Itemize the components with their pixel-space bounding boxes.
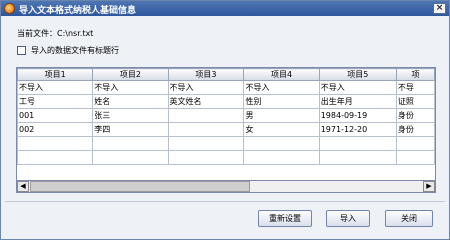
table-cell[interactable]: 不导入 xyxy=(17,80,94,95)
table-cell[interactable] xyxy=(92,136,169,151)
table-cell[interactable] xyxy=(243,150,320,165)
table-cell[interactable]: 身份 xyxy=(395,108,435,123)
import-dialog: 导入文本格式纳税人基础信息 × 当前文件：C:\nsr.txt 导入的数据文件有… xyxy=(0,0,450,240)
table-cell[interactable]: 身份 xyxy=(395,122,435,137)
table-cell[interactable]: 不导入 xyxy=(318,80,397,95)
column-header[interactable]: 项 xyxy=(395,68,435,81)
scroll-thumb[interactable] xyxy=(30,181,250,192)
table-cell[interactable] xyxy=(17,136,94,151)
data-table: 项目1 项目2 项目3 项目4 项目5 项 不导入 不导入 不导入 不导入 不导… xyxy=(17,68,435,165)
column-header[interactable]: 项目5 xyxy=(318,68,397,81)
table-cell[interactable] xyxy=(318,136,397,151)
header-row-label: 导入的数据文件有标题行 xyxy=(31,46,119,55)
header-row-checkbox[interactable] xyxy=(17,46,26,55)
divider xyxy=(5,201,445,202)
scroll-right-icon[interactable]: ▶ xyxy=(423,181,435,192)
header-row: 项目1 项目2 项目3 项目4 项目5 项 xyxy=(17,68,435,81)
table-cell[interactable]: 证照 xyxy=(395,94,435,109)
table-cell[interactable] xyxy=(17,150,94,165)
table-cell[interactable] xyxy=(243,136,320,151)
table-cell[interactable]: 工号 xyxy=(17,94,94,109)
horizontal-scrollbar[interactable]: ◀ ▶ xyxy=(16,180,436,193)
table-cell[interactable] xyxy=(167,108,245,123)
data-grid: 项目1 项目2 项目3 项目4 项目5 项 不导入 不导入 不导入 不导入 不导… xyxy=(16,67,436,193)
table-row: 001 张三 男 1984-09-19 身份 xyxy=(17,108,435,123)
column-header[interactable]: 项目4 xyxy=(243,68,320,81)
table-cell[interactable]: 不导入 xyxy=(92,80,169,95)
table-row: 002 李四 女 1971-12-20 身份 xyxy=(17,122,435,137)
table-row: 不导入 不导入 不导入 不导入 不导入 不导 xyxy=(17,80,435,95)
table-row xyxy=(17,150,435,165)
table-cell[interactable]: 性别 xyxy=(243,94,320,109)
current-file-label: 当前文件： xyxy=(17,29,57,38)
column-header[interactable]: 项目2 xyxy=(92,68,169,81)
column-header[interactable]: 项目1 xyxy=(17,68,94,81)
reset-button[interactable]: 重新设置 xyxy=(258,210,312,227)
dialog-title: 导入文本格式纳税人基础信息 xyxy=(19,6,137,16)
table-cell[interactable]: 李四 xyxy=(92,122,169,137)
table-cell[interactable] xyxy=(318,150,397,165)
column-header[interactable]: 项目3 xyxy=(167,68,245,81)
table-cell[interactable] xyxy=(395,136,435,151)
current-file-path: C:\nsr.txt xyxy=(57,29,94,38)
table-cell[interactable] xyxy=(167,136,245,151)
import-button[interactable]: 导入 xyxy=(326,210,370,227)
table-cell[interactable]: 不导 xyxy=(395,80,435,95)
current-file: 当前文件：C:\nsr.txt xyxy=(17,28,93,39)
table-cell[interactable]: 不导入 xyxy=(243,80,320,95)
table-cell[interactable] xyxy=(92,150,169,165)
table-cell[interactable]: 1971-12-20 xyxy=(318,122,397,137)
close-icon[interactable]: × xyxy=(433,3,446,14)
table-row: 工号 姓名 英文姓名 性别 出生年月 证照 xyxy=(17,94,435,109)
app-icon xyxy=(4,3,15,14)
table-cell[interactable]: 出生年月 xyxy=(318,94,397,109)
table-cell[interactable]: 1984-09-19 xyxy=(318,108,397,123)
table-cell[interactable] xyxy=(167,150,245,165)
close-button[interactable]: 关闭 xyxy=(385,210,433,227)
table-cell[interactable]: 002 xyxy=(17,122,94,137)
table-row xyxy=(17,136,435,151)
table-cell[interactable]: 张三 xyxy=(92,108,169,123)
table-cell[interactable]: 英文姓名 xyxy=(167,94,245,109)
scroll-left-icon[interactable]: ◀ xyxy=(17,181,29,192)
table-cell[interactable]: 姓名 xyxy=(92,94,169,109)
table-cell[interactable] xyxy=(167,122,245,137)
table-cell[interactable]: 不导入 xyxy=(167,80,245,95)
title-bar: 导入文本格式纳税人基础信息 × xyxy=(1,1,449,16)
table-cell[interactable]: 男 xyxy=(243,108,320,123)
table-cell[interactable]: 女 xyxy=(243,122,320,137)
table-cell[interactable] xyxy=(395,150,435,165)
table-cell[interactable]: 001 xyxy=(17,108,94,123)
